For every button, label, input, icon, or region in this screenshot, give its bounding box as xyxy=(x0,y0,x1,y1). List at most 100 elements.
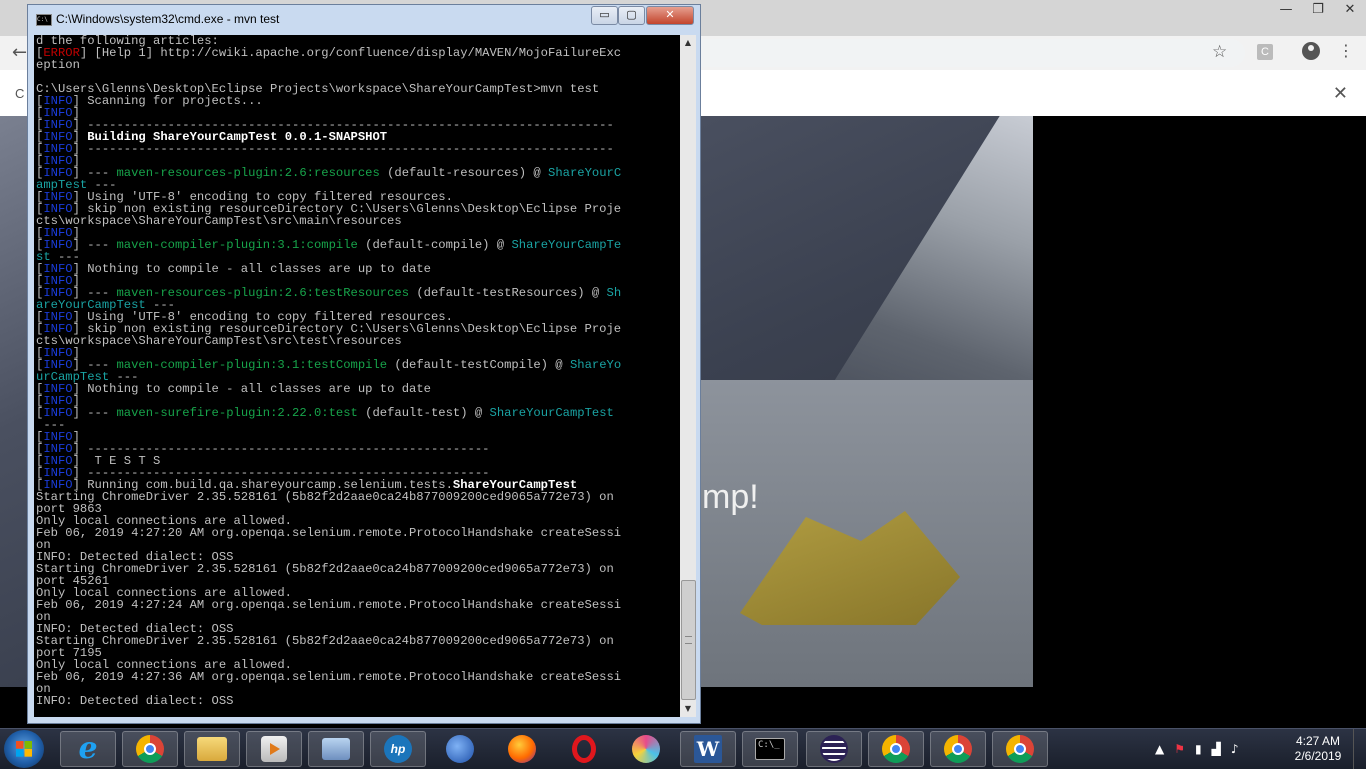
infobar-close-icon[interactable]: ✕ xyxy=(1333,83,1348,104)
console-line: [INFO] Nothing to compile - all classes … xyxy=(36,383,621,395)
console-text: ] Scanning for projects... xyxy=(72,94,263,108)
cmd-window-title: C:\Windows\system32\cmd.exe - mvn test xyxy=(56,12,280,26)
console-line: --- xyxy=(36,419,621,431)
thunderbird-icon xyxy=(446,735,474,763)
taskbar-item-swirl-app[interactable] xyxy=(618,731,674,767)
network-icon[interactable]: ▟ xyxy=(1212,742,1221,756)
taskbar-item-word[interactable]: W xyxy=(680,731,736,767)
console-text: (default-compile) @ xyxy=(357,238,512,252)
taskbar-item-hp-app[interactable]: hp xyxy=(370,731,426,767)
swirl-icon xyxy=(632,735,660,763)
clock-time: 4:27 AM xyxy=(1295,734,1341,748)
word-icon: W xyxy=(694,735,722,763)
chrome-icon xyxy=(136,735,164,763)
taskbar-item-firefox[interactable] xyxy=(494,731,550,767)
console-text: (default-testCompile) @ xyxy=(387,358,570,372)
console-lines: d the following articles: [ERROR] [Help 1… xyxy=(36,35,621,707)
console-line: cts\workspace\ShareYourCampTest\src\test… xyxy=(36,335,621,347)
console-line: Starting ChromeDriver 2.35.528161 (5b82f… xyxy=(36,563,621,575)
hp-icon: hp xyxy=(384,735,412,763)
console-line: [INFO] Nothing to compile - all classes … xyxy=(36,263,621,275)
chrome-icon xyxy=(882,735,910,763)
clock[interactable]: 4:27 AM 2/6/2019 xyxy=(1288,734,1348,764)
cmd-maximize-button[interactable]: ▢ xyxy=(618,6,645,25)
action-center-flag-icon[interactable]: ⚑ xyxy=(1174,742,1185,756)
chrome-close-button[interactable]: ✕ xyxy=(1334,0,1366,18)
system-tray: ▲ ⚑ ▮ ▟ ♪ xyxy=(1155,729,1249,769)
profile-icon[interactable] xyxy=(1302,42,1320,60)
console-text: Starting ChromeDriver 2.35.528161 (5b82f… xyxy=(36,490,614,504)
chrome-icon xyxy=(1006,735,1034,763)
cmd-window: C:\ C:\Windows\system32\cmd.exe - mvn te… xyxy=(27,4,701,724)
console-text: ShareYourCampTe xyxy=(511,238,622,252)
console-line: Starting ChromeDriver 2.35.528161 (5b82f… xyxy=(36,491,621,503)
tray-chevron-icon[interactable]: ▲ xyxy=(1155,742,1164,756)
extension-icon[interactable]: C xyxy=(1257,44,1273,60)
chrome-minimize-button[interactable]: — xyxy=(1270,0,1302,18)
media-player-icon xyxy=(261,736,287,762)
taskbar: e hp W C:\_ ▲ ⚑ ▮ ▟ ♪ 4:27 AM 2/6/2019 xyxy=(0,728,1366,769)
console-text: ShareYourCampTest xyxy=(489,406,614,420)
app-icon xyxy=(322,738,350,760)
console-line: [ERROR] [Help 1] http://cwiki.apache.org… xyxy=(36,47,621,59)
console-line: Feb 06, 2019 4:27:24 AM org.openqa.selen… xyxy=(36,599,621,611)
chrome-maximize-button[interactable]: ❐ xyxy=(1302,0,1334,18)
cmd-minimize-button[interactable]: ▭ xyxy=(591,6,618,25)
cmd-icon: C:\_ xyxy=(755,738,785,760)
bookmark-star-icon[interactable]: ☆ xyxy=(1212,42,1227,62)
console-line: eption xyxy=(36,59,621,71)
console-output[interactable]: d the following articles: [ERROR] [Help 1… xyxy=(34,35,680,717)
taskbar-item-file-explorer[interactable] xyxy=(184,731,240,767)
taskbar-item-chrome-2[interactable] xyxy=(868,731,924,767)
taskbar-item-eclipse[interactable] xyxy=(806,731,862,767)
console-text: Feb 06, 2019 4:27:36 AM org.openqa.selen… xyxy=(36,670,622,684)
console-text: eption xyxy=(36,58,80,72)
cmd-titlebar[interactable]: C:\ C:\Windows\system32\cmd.exe - mvn te… xyxy=(28,5,700,31)
console-text: ShareYo xyxy=(569,358,622,372)
hero-snowfield xyxy=(700,380,1033,687)
taskbar-item-internet-explorer[interactable]: e xyxy=(60,731,116,767)
start-button[interactable] xyxy=(4,730,44,768)
taskbar-item-cmd[interactable]: C:\_ xyxy=(742,731,798,767)
console-text: ] Nothing to compile - all classes are u… xyxy=(72,262,431,276)
volume-icon[interactable]: ♪ xyxy=(1231,742,1239,756)
taskbar-item-thunderbird[interactable] xyxy=(432,731,488,767)
console-line: Feb 06, 2019 4:27:20 AM org.openqa.selen… xyxy=(36,527,621,539)
taskbar-item-chrome[interactable] xyxy=(122,731,178,767)
taskbar-item-opera[interactable] xyxy=(556,731,612,767)
taskbar-item-app-window[interactable] xyxy=(308,731,364,767)
console-text: ] --- xyxy=(72,406,117,420)
console-text: ShareYourC xyxy=(548,166,622,180)
taskbar-item-chrome-3[interactable] xyxy=(930,731,986,767)
console-text: Sh xyxy=(606,286,622,300)
console-line: cts\workspace\ShareYourCampTest\src\main… xyxy=(36,215,621,227)
console-line: Feb 06, 2019 4:27:36 AM org.openqa.selen… xyxy=(36,671,621,683)
console-text: maven-resources-plugin:2.6:resources xyxy=(116,166,380,180)
console-line: [INFO] ---------------------------------… xyxy=(36,143,621,155)
show-desktop-button[interactable] xyxy=(1353,729,1366,769)
console-line: [INFO] --- maven-compiler-plugin:3.1:com… xyxy=(36,239,621,251)
chrome-menu-icon[interactable]: ⋮ xyxy=(1338,41,1354,60)
infobar-text: C xyxy=(15,86,25,101)
console-line: [INFO] --- maven-resources-plugin:2.6:re… xyxy=(36,167,621,179)
folder-icon xyxy=(197,737,227,761)
console-text: maven-surefire-plugin:2.22.0:test xyxy=(116,406,358,420)
taskbar-item-media-player[interactable] xyxy=(246,731,302,767)
hero-heading: mp! xyxy=(702,478,759,516)
back-arrow-icon[interactable]: ← xyxy=(12,42,27,63)
scroll-down-arrow-icon[interactable]: ▼ xyxy=(680,701,696,717)
console-line: Starting ChromeDriver 2.35.528161 (5b82f… xyxy=(36,635,621,647)
console-text: ] [Help 1] http://cwiki.apache.org/confl… xyxy=(79,46,622,60)
scroll-up-arrow-icon[interactable]: ▲ xyxy=(680,35,696,51)
firefox-icon xyxy=(508,735,536,763)
scrollbar-thumb[interactable] xyxy=(681,580,696,700)
console-text: (default-testResources) @ xyxy=(409,286,607,300)
console-scrollbar[interactable]: ▲ ▼ xyxy=(680,35,696,717)
cmd-close-button[interactable]: ✕ xyxy=(646,6,694,25)
battery-icon[interactable]: ▮ xyxy=(1195,742,1202,756)
ie-icon: e xyxy=(78,731,98,766)
console-text: Starting ChromeDriver 2.35.528161 (5b82f… xyxy=(36,634,614,648)
chrome-icon xyxy=(944,735,972,763)
clock-date: 2/6/2019 xyxy=(1294,749,1342,763)
taskbar-item-chrome-4[interactable] xyxy=(992,731,1048,767)
